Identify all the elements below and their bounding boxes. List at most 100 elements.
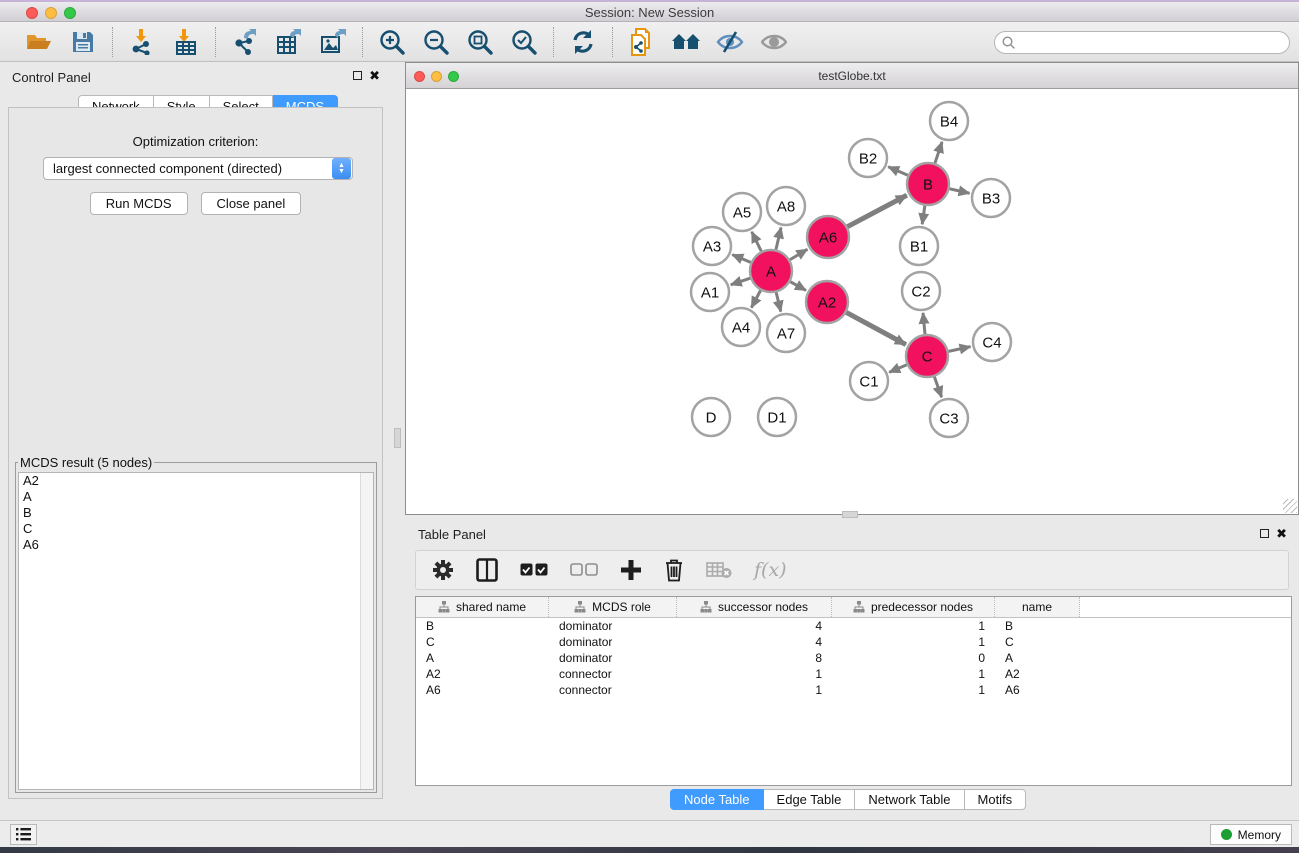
export-image-button[interactable] bbox=[318, 27, 348, 57]
table-cell[interactable]: dominator bbox=[549, 619, 677, 633]
table-cell[interactable]: 4 bbox=[677, 619, 832, 633]
table-cell[interactable]: A6 bbox=[995, 683, 1080, 697]
graph-edge[interactable] bbox=[889, 365, 907, 373]
close-panel-icon[interactable]: ✖ bbox=[369, 70, 380, 82]
table-row[interactable]: Adominator80A bbox=[416, 650, 1291, 666]
task-history-button[interactable] bbox=[10, 824, 37, 845]
graph-edge[interactable] bbox=[751, 290, 760, 307]
graph-edge[interactable] bbox=[949, 347, 971, 352]
graph-edge[interactable] bbox=[790, 249, 807, 259]
table-cell[interactable]: A2 bbox=[416, 667, 549, 681]
delete-column-button[interactable] bbox=[664, 558, 684, 582]
mcds-result-list[interactable]: A2ABCA6 bbox=[18, 472, 374, 790]
tab-motifs[interactable]: Motifs bbox=[965, 789, 1027, 810]
result-list-item[interactable]: A bbox=[19, 489, 373, 505]
graph-edge[interactable] bbox=[776, 292, 781, 311]
result-list-scrollbar[interactable] bbox=[360, 473, 373, 789]
vertical-divider-handle[interactable] bbox=[394, 428, 401, 448]
network-canvas[interactable]: AA1A2A3A4A5A6A7A8BB1B2B3B4CC1C2C3C4DD1 bbox=[406, 89, 1298, 514]
table-cell[interactable]: 1 bbox=[832, 619, 995, 633]
table-cell[interactable]: 0 bbox=[832, 651, 995, 665]
result-list-item[interactable]: B bbox=[19, 505, 373, 521]
import-network-button[interactable] bbox=[127, 27, 157, 57]
graph-edge[interactable] bbox=[790, 282, 806, 291]
result-list-item[interactable]: A2 bbox=[19, 473, 373, 489]
result-list-item[interactable]: C bbox=[19, 521, 373, 537]
table-cell[interactable]: A bbox=[995, 651, 1080, 665]
table-row[interactable]: Cdominator41C bbox=[416, 634, 1291, 650]
tab-node-table[interactable]: Node Table bbox=[670, 789, 764, 810]
table-cell[interactable]: 1 bbox=[832, 683, 995, 697]
table-options-button[interactable] bbox=[432, 559, 454, 581]
table-cell[interactable]: 1 bbox=[677, 667, 832, 681]
deselect-all-button[interactable] bbox=[570, 563, 598, 577]
table-cell[interactable]: C bbox=[416, 635, 549, 649]
zoom-in-button[interactable] bbox=[377, 27, 407, 57]
table-cell[interactable]: A bbox=[416, 651, 549, 665]
table-cell[interactable]: C bbox=[995, 635, 1080, 649]
graph-edge[interactable] bbox=[732, 255, 750, 263]
show-all-button[interactable] bbox=[759, 27, 789, 57]
zoom-selected-button[interactable] bbox=[509, 27, 539, 57]
column-header-shared-name[interactable]: shared name bbox=[416, 597, 549, 617]
refresh-button[interactable] bbox=[568, 27, 598, 57]
graph-edge[interactable] bbox=[752, 232, 762, 252]
graph-edge[interactable] bbox=[949, 189, 969, 193]
search-input[interactable] bbox=[1020, 36, 1270, 50]
resize-grip[interactable] bbox=[1283, 499, 1297, 513]
network-from-clipboard-button[interactable] bbox=[627, 27, 657, 57]
table-cell[interactable]: dominator bbox=[549, 651, 677, 665]
graph-edge[interactable] bbox=[935, 142, 942, 163]
table-close-icon[interactable]: ✖ bbox=[1276, 528, 1287, 540]
table-cell[interactable]: connector bbox=[549, 667, 677, 681]
export-table-button[interactable] bbox=[274, 27, 304, 57]
criterion-dropdown[interactable]: largest connected component (directed) ▲… bbox=[43, 157, 353, 180]
function-builder-button[interactable]: f(x) bbox=[754, 559, 787, 581]
open-file-button[interactable] bbox=[24, 27, 54, 57]
table-row[interactable]: A2connector11A2 bbox=[416, 666, 1291, 682]
run-mcds-button[interactable]: Run MCDS bbox=[90, 192, 188, 215]
graph-edge[interactable] bbox=[922, 206, 925, 224]
save-session-button[interactable] bbox=[68, 27, 98, 57]
column-header-successor-nodes[interactable]: successor nodes bbox=[677, 597, 832, 617]
table-cell[interactable]: A6 bbox=[416, 683, 549, 697]
graph-edge[interactable] bbox=[888, 167, 908, 176]
zoom-out-button[interactable] bbox=[421, 27, 451, 57]
tab-edge-table[interactable]: Edge Table bbox=[764, 789, 856, 810]
show-column-button[interactable] bbox=[476, 558, 498, 582]
table-row[interactable]: A6connector11A6 bbox=[416, 682, 1291, 698]
node-table[interactable]: shared name MCDS role successor nodes pr… bbox=[415, 596, 1292, 786]
table-cell[interactable]: connector bbox=[549, 683, 677, 697]
export-network-button[interactable] bbox=[230, 27, 260, 57]
hide-selected-button[interactable] bbox=[715, 27, 745, 57]
zoom-fit-button[interactable] bbox=[465, 27, 495, 57]
graph-edge[interactable] bbox=[923, 313, 925, 334]
table-cell[interactable]: 4 bbox=[677, 635, 832, 649]
first-neighbors-button[interactable] bbox=[671, 27, 701, 57]
memory-button[interactable]: Memory bbox=[1210, 824, 1292, 845]
column-header-predecessor-nodes[interactable]: predecessor nodes bbox=[832, 597, 995, 617]
search-field[interactable] bbox=[994, 31, 1290, 54]
select-all-button[interactable] bbox=[520, 563, 548, 577]
horizontal-divider-handle[interactable] bbox=[842, 511, 858, 518]
graph-edge[interactable] bbox=[934, 377, 941, 398]
float-panel-icon[interactable] bbox=[353, 71, 362, 81]
delete-table-button[interactable] bbox=[706, 561, 732, 579]
close-panel-button[interactable]: Close panel bbox=[201, 192, 302, 215]
table-cell[interactable]: 1 bbox=[832, 667, 995, 681]
graph-edge[interactable] bbox=[776, 227, 781, 249]
table-cell[interactable]: 1 bbox=[677, 683, 832, 697]
table-row[interactable]: Bdominator41B bbox=[416, 618, 1291, 634]
table-cell[interactable]: 8 bbox=[677, 651, 832, 665]
add-column-button[interactable] bbox=[620, 559, 642, 581]
network-window-titlebar[interactable]: testGlobe.txt bbox=[406, 63, 1298, 89]
table-cell[interactable]: dominator bbox=[549, 635, 677, 649]
graph-edge[interactable] bbox=[847, 195, 906, 226]
result-list-item[interactable]: A6 bbox=[19, 537, 373, 553]
table-cell[interactable]: B bbox=[995, 619, 1080, 633]
graph-edge[interactable] bbox=[731, 278, 750, 285]
table-cell[interactable]: B bbox=[416, 619, 549, 633]
column-header-mcds-role[interactable]: MCDS role bbox=[549, 597, 677, 617]
import-table-button[interactable] bbox=[171, 27, 201, 57]
table-cell[interactable]: 1 bbox=[832, 635, 995, 649]
